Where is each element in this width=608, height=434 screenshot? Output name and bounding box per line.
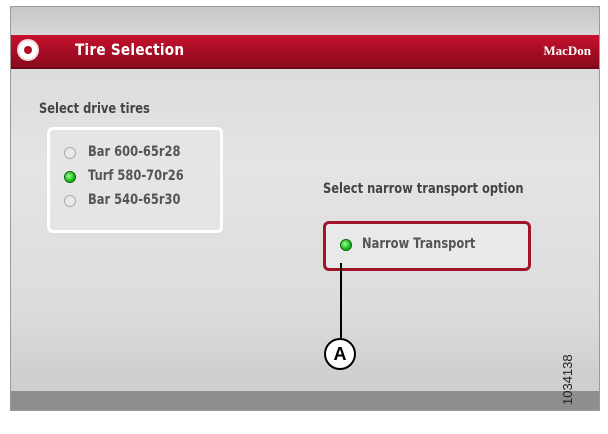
bottom-bar [11,391,599,410]
tire-option-label: Bar 600-65r28 [88,144,181,160]
top-strip [11,7,599,35]
narrow-transport-option[interactable]: Narrow Transport [323,221,531,271]
title-bar: Tire Selection MacDon [11,35,599,69]
figure-id: 1034138 [560,354,575,405]
display-screen: Tire Selection MacDon Select drive tires… [10,6,600,411]
tire-option-label: Bar 540-65r30 [88,192,181,208]
callout-leader-line [340,263,342,338]
radio-button-selected[interactable] [64,171,76,183]
page-title: Tire Selection [75,40,185,59]
tire-option-label: Turf 580-70r26 [88,168,184,184]
radio-button-selected[interactable] [340,239,352,251]
narrow-transport-label: Narrow Transport [362,236,476,252]
brand-logo: MacDon [543,43,591,58]
app-icon [17,39,39,61]
transport-option-label: Select narrow transport option [323,181,524,197]
radio-button[interactable] [64,195,76,207]
radio-button[interactable] [64,147,76,159]
callout-marker: A [324,338,356,370]
status-strip [11,373,599,391]
drive-tires-label: Select drive tires [39,101,150,117]
drive-tires-group: Bar 600-65r28 Turf 580-70r26 Bar 540-65r… [47,127,223,233]
